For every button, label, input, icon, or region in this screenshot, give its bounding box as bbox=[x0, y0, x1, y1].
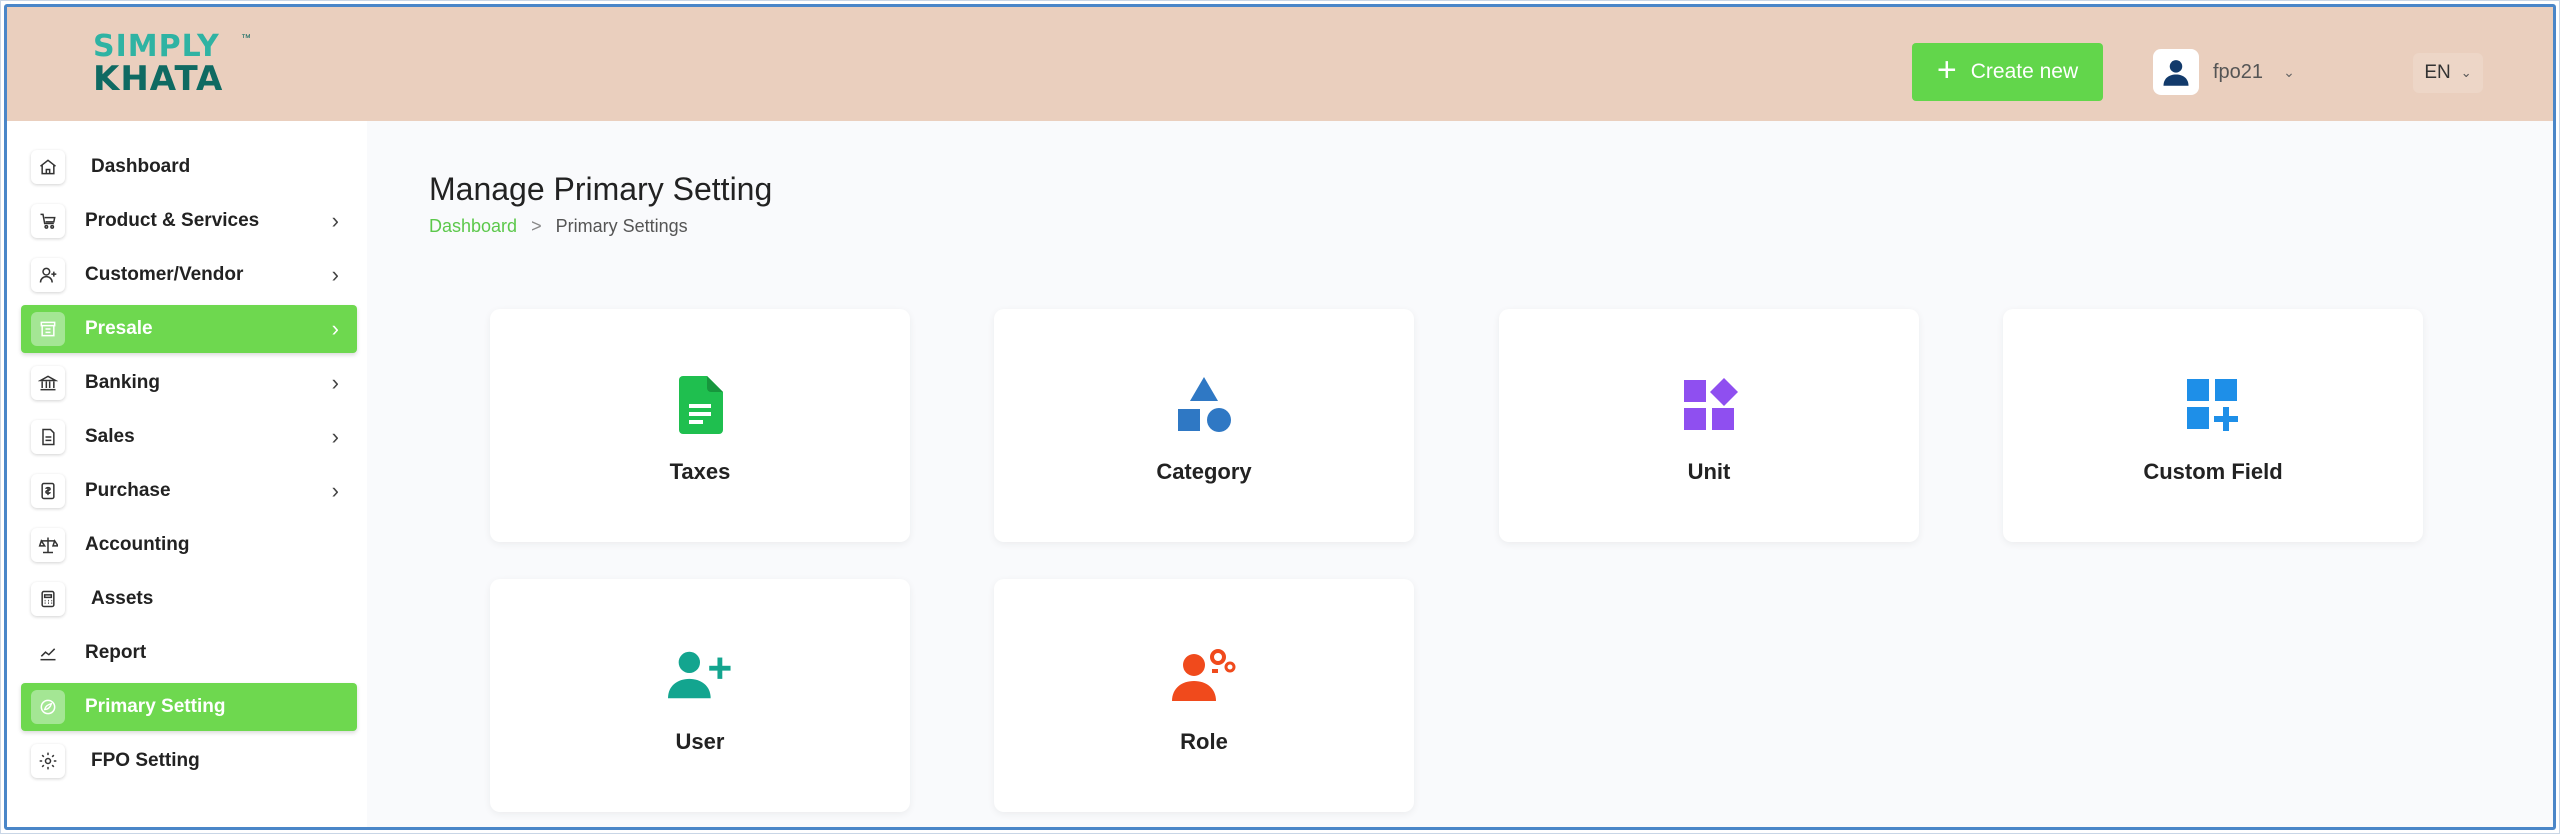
top-header: SIMPLY KHATA ™ + Create new fpo21 ⌄ EN ⌄ bbox=[7, 7, 2553, 121]
store-icon bbox=[31, 312, 65, 346]
sidebar-item-customer-vendor[interactable]: Customer/Vendor › bbox=[21, 251, 357, 299]
sidebar-item-label: Purchase bbox=[85, 480, 171, 501]
grid-add-icon bbox=[2181, 373, 2245, 437]
user-avatar-icon bbox=[2163, 60, 2189, 86]
card-label: Custom Field bbox=[2143, 459, 2283, 484]
breadcrumb-separator: > bbox=[531, 216, 542, 236]
card-role[interactable]: Role bbox=[994, 579, 1414, 812]
bank-icon bbox=[31, 366, 65, 400]
language-selector[interactable]: EN ⌄ bbox=[2413, 53, 2483, 93]
settings-leaf-icon bbox=[31, 690, 65, 724]
logo-trademark: ™ bbox=[241, 33, 251, 44]
chevron-down-icon: ⌄ bbox=[2460, 65, 2472, 80]
sidebar-item-label: Accounting bbox=[85, 534, 190, 555]
chevron-down-icon: ⌄ bbox=[2283, 63, 2295, 80]
sidebar-item-primary-setting[interactable]: Primary Setting bbox=[21, 683, 357, 731]
chevron-right-icon: › bbox=[331, 316, 339, 341]
breadcrumb-current: Primary Settings bbox=[555, 216, 688, 236]
simply-khata-logo[interactable]: SIMPLY KHATA ™ bbox=[93, 29, 263, 99]
document-icon bbox=[31, 420, 65, 454]
scale-icon bbox=[31, 528, 65, 562]
create-new-button[interactable]: + Create new bbox=[1912, 43, 2103, 101]
sidebar-item-report[interactable]: Report bbox=[21, 629, 357, 677]
avatar bbox=[2153, 49, 2199, 95]
user-gear-icon bbox=[1172, 643, 1236, 707]
card-label: Role bbox=[1180, 729, 1228, 754]
shapes-icon bbox=[1172, 373, 1236, 437]
sidebar-item-fpo-setting[interactable]: FPO Setting bbox=[21, 737, 357, 785]
user-add-icon bbox=[31, 258, 65, 292]
username: fpo21 bbox=[2213, 60, 2264, 83]
language-label: EN bbox=[2424, 62, 2451, 83]
sidebar-item-sales[interactable]: Sales › bbox=[21, 413, 357, 461]
calculator-icon bbox=[31, 582, 65, 616]
sidebar-item-label: Assets bbox=[91, 588, 154, 609]
gear-icon bbox=[31, 744, 65, 778]
sidebar-item-label: Banking bbox=[85, 372, 160, 393]
sidebar-item-purchase[interactable]: Purchase › bbox=[21, 467, 357, 515]
sidebar-item-accounting[interactable]: Accounting bbox=[21, 521, 357, 569]
breadcrumb: Dashboard > Primary Settings bbox=[429, 216, 688, 237]
user-plus-icon bbox=[668, 643, 732, 707]
sidebar-item-assets[interactable]: Assets bbox=[21, 575, 357, 623]
sidebar-item-label: FPO Setting bbox=[91, 750, 200, 771]
chart-icon bbox=[31, 636, 65, 670]
sidebar-item-label: Dashboard bbox=[91, 156, 191, 177]
page-title: Manage Primary Setting bbox=[429, 171, 773, 207]
app-window: SIMPLY KHATA ™ + Create new fpo21 ⌄ EN ⌄ bbox=[4, 4, 2556, 830]
card-custom-field[interactable]: Custom Field bbox=[2003, 309, 2423, 542]
user-menu[interactable]: fpo21 ⌄ bbox=[2153, 47, 2295, 97]
sidebar-item-label: Presale bbox=[85, 318, 153, 339]
card-category[interactable]: Category bbox=[994, 309, 1414, 542]
sidebar: Dashboard Product & Services › Customer/… bbox=[7, 121, 367, 827]
sidebar-item-banking[interactable]: Banking › bbox=[21, 359, 357, 407]
plus-icon: + bbox=[1936, 51, 1957, 89]
sidebar-item-dashboard[interactable]: Dashboard bbox=[21, 143, 357, 191]
logo-text-bottom: KHATA bbox=[93, 59, 224, 99]
chevron-right-icon: › bbox=[331, 478, 339, 503]
file-text-icon bbox=[668, 373, 732, 437]
widgets-icon bbox=[1677, 373, 1741, 437]
main-content: Manage Primary Setting Dashboard > Prima… bbox=[367, 121, 2553, 827]
create-new-label: Create new bbox=[1970, 60, 2079, 83]
sidebar-item-label: Primary Setting bbox=[85, 696, 226, 717]
receipt-icon bbox=[31, 474, 65, 508]
sidebar-item-product-services[interactable]: Product & Services › bbox=[21, 197, 357, 245]
sidebar-item-presale[interactable]: Presale › bbox=[21, 305, 357, 353]
card-user[interactable]: User bbox=[490, 579, 910, 812]
breadcrumb-dashboard-link[interactable]: Dashboard bbox=[429, 216, 517, 237]
card-label: Unit bbox=[1687, 459, 1731, 484]
cart-icon bbox=[31, 204, 65, 238]
home-icon bbox=[31, 150, 65, 184]
chevron-right-icon: › bbox=[331, 262, 339, 287]
chevron-right-icon: › bbox=[331, 424, 339, 449]
sidebar-item-label: Report bbox=[85, 642, 147, 663]
card-label: Taxes bbox=[669, 459, 731, 484]
sidebar-item-label: Sales bbox=[85, 426, 135, 447]
card-taxes[interactable]: Taxes bbox=[490, 309, 910, 542]
chevron-right-icon: › bbox=[331, 370, 339, 395]
sidebar-item-label: Customer/Vendor bbox=[85, 264, 244, 285]
card-label: Category bbox=[1156, 459, 1252, 484]
chevron-right-icon: › bbox=[331, 208, 339, 233]
card-unit[interactable]: Unit bbox=[1499, 309, 1919, 542]
sidebar-item-label: Product & Services bbox=[85, 210, 260, 231]
card-label: User bbox=[675, 729, 725, 754]
